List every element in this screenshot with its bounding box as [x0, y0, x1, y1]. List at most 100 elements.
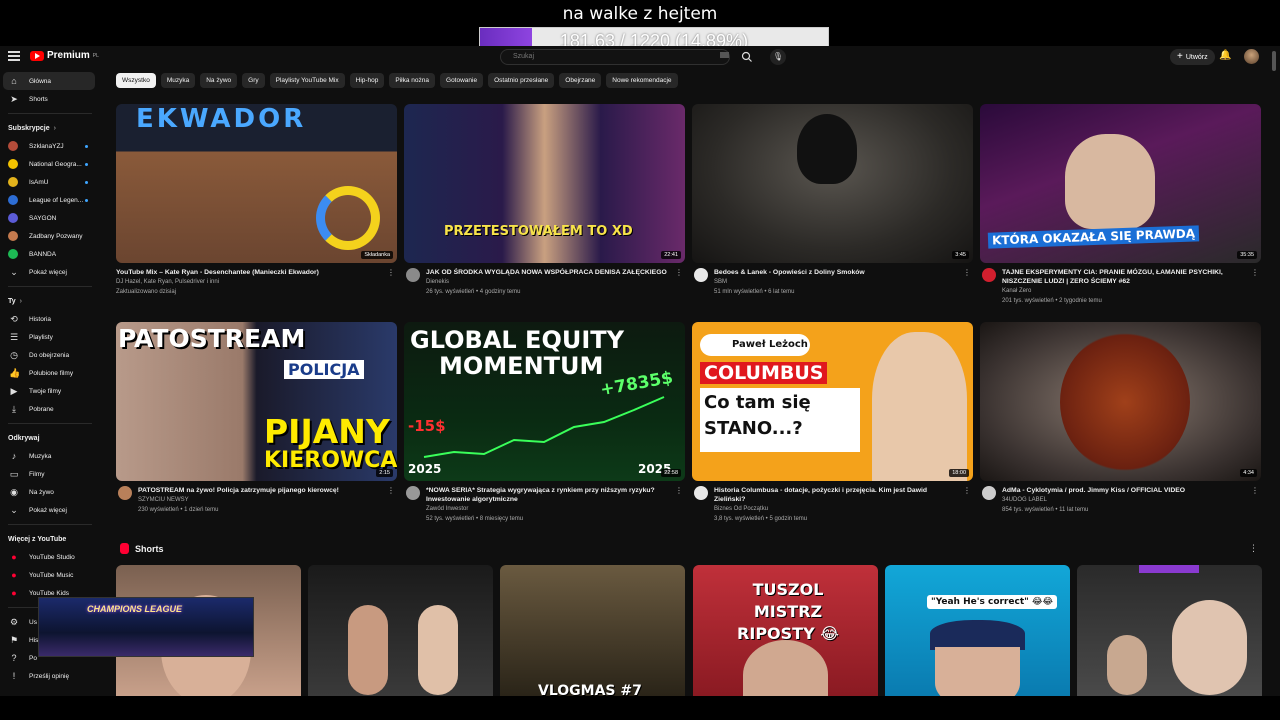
sidebar-you-item[interactable]: ⤓ Pobrane	[0, 400, 100, 418]
keyboard-icon[interactable]	[720, 52, 729, 58]
channel-name[interactable]: SBM	[714, 277, 959, 287]
sidebar-you-item[interactable]: 👍 Polubione filmy	[0, 364, 100, 382]
search-icon[interactable]	[740, 50, 754, 64]
channel-avatar[interactable]	[118, 486, 132, 500]
channel-avatar[interactable]	[982, 268, 996, 282]
sidebar-subscription-item[interactable]: ⌄ Pokaż więcej	[0, 263, 100, 281]
sidebar-more-item[interactable]: ● YouTube Studio	[0, 548, 100, 566]
video-card[interactable]: PATOSTREAM POLICJA PIJANY KIEROWCA 2:15 …	[116, 322, 397, 515]
video-thumbnail[interactable]: GLOBAL EQUITY MOMENTUM +7835$ -15$ 2025 …	[404, 322, 685, 481]
video-card[interactable]: 4:34 AdMa - Cyklotymia / prod. Jimmy Kis…	[980, 322, 1261, 515]
sidebar-you-item[interactable]: ☰ Playlisty	[0, 328, 100, 346]
sidebar-item-home[interactable]: ⌂ Główna	[3, 72, 95, 90]
channel-name[interactable]: Biznes Od Początku	[714, 504, 959, 514]
short-card[interactable]: "Yeah He's correct" 😂😂	[885, 565, 1070, 696]
channel-name[interactable]: SZYMCIU NEWSY	[138, 495, 383, 505]
filter-chip[interactable]: Gry	[242, 73, 265, 88]
video-title[interactable]: JAK OD ŚRODKA WYGLĄDA NOWA WSPÓŁPRACA DE…	[426, 268, 671, 277]
more-vert-icon[interactable]: ⋮	[1251, 268, 1259, 277]
more-vert-icon[interactable]: ⋮	[387, 268, 395, 277]
channel-avatar[interactable]	[406, 268, 420, 282]
sidebar-explore-item[interactable]: ♪ Muzyka	[0, 447, 100, 465]
video-thumbnail[interactable]: Paweł Leżoch COLUMBUS Co tam się STANO..…	[692, 322, 973, 481]
channel-name[interactable]: DJ Hazel, Kate Ryan, Pulsedriver i inni	[116, 277, 383, 287]
picture-in-picture[interactable]: CHAMPIONS LEAGUE	[38, 597, 254, 657]
video-title[interactable]: Bedoes & Lanek - Opowieści z Doliny Smok…	[714, 268, 959, 277]
filter-chip[interactable]: Na żywo	[200, 73, 238, 88]
video-title[interactable]: Historia Columbusa - dotacje, pożyczki i…	[714, 486, 959, 504]
sidebar-subscription-item[interactable]: Zadbany Pozwany	[0, 227, 100, 245]
more-vert-icon[interactable]: ⋮	[387, 486, 395, 495]
sidebar-subscription-item[interactable]: League of Legen...	[0, 191, 100, 209]
channel-name[interactable]: Dienekis	[426, 277, 671, 287]
video-card[interactable]: PRZETESTOWAŁEM TO XD 22:41 JAK OD ŚRODKA…	[404, 104, 685, 297]
sidebar-explore-item[interactable]: ⌄ Pokaż więcej	[0, 501, 100, 519]
sidebar-subscription-item[interactable]: National Geogra...	[0, 155, 100, 173]
scrollbar[interactable]	[1272, 51, 1276, 71]
video-thumbnail[interactable]: KTÓRA OKAZAŁA SIĘ PRAWDĄ 35:35	[980, 104, 1261, 263]
video-title[interactable]: YouTube Mix – Kate Ryan - Desenchantee (…	[116, 268, 383, 277]
filter-chip[interactable]: Hip-hop	[349, 73, 385, 88]
channel-name[interactable]: Kanał Zero	[1002, 286, 1247, 296]
video-card[interactable]: EKWADOR Składanka YouTube Mix – Kate Rya…	[116, 104, 397, 297]
sidebar-you-item[interactable]: ⟲ Historia	[0, 310, 100, 328]
channel-name[interactable]: 34UDOG LABEL	[1002, 495, 1247, 505]
video-card[interactable]: Paweł Leżoch COLUMBUS Co tam się STANO..…	[692, 322, 973, 524]
subscriptions-header[interactable]: Subskrypcje ›	[0, 119, 100, 137]
create-button[interactable]: + Utwórz	[1170, 49, 1215, 65]
channel-avatar[interactable]	[694, 268, 708, 282]
video-thumbnail[interactable]: 3:45	[692, 104, 973, 263]
short-card[interactable]: VLOGMAS #7	[500, 565, 685, 696]
sidebar-you-item[interactable]: ◷ Do obejrzenia	[0, 346, 100, 364]
filter-chip[interactable]: Wszystko	[116, 73, 156, 88]
more-vert-icon[interactable]: ⋮	[963, 486, 971, 495]
channel-avatar[interactable]	[406, 486, 420, 500]
video-thumbnail[interactable]: 4:34	[980, 322, 1261, 481]
short-card[interactable]	[1077, 565, 1262, 696]
channel-avatar[interactable]	[982, 486, 996, 500]
filter-chip[interactable]: Ostatnio przesłane	[488, 73, 555, 88]
microphone-icon[interactable]: 🎙	[770, 49, 786, 65]
more-vert-icon[interactable]: ⋮	[963, 268, 971, 277]
channel-avatar[interactable]	[694, 486, 708, 500]
video-title[interactable]: PATOSTREAM na żywo! Policja zatrzymuje p…	[138, 486, 383, 495]
filter-chip[interactable]: Piłka nożna	[389, 73, 436, 88]
sidebar-more-item[interactable]: ● YouTube Music	[0, 566, 100, 584]
sidebar-you-item[interactable]: ▶ Twoje filmy	[0, 382, 100, 400]
filter-chip[interactable]: Playlisty YouTube Mix	[269, 73, 345, 88]
video-title[interactable]: AdMa - Cyklotymia / prod. Jimmy Kiss / O…	[1002, 486, 1247, 495]
filter-chip[interactable]: Muzyka	[160, 73, 196, 88]
video-title[interactable]: *NOWA SERIA* Strategia wygrywająca z ryn…	[426, 486, 671, 504]
short-card[interactable]	[308, 565, 493, 696]
sidebar-explore-item[interactable]: ◉ Na żywo	[0, 483, 100, 501]
sidebar-subscription-item[interactable]: BANNDA	[0, 245, 100, 263]
more-vert-icon[interactable]: ⋮	[1251, 486, 1259, 495]
more-vert-icon[interactable]: ⋮	[1249, 543, 1258, 554]
more-vert-icon[interactable]: ⋮	[675, 268, 683, 277]
video-card[interactable]: KTÓRA OKAZAŁA SIĘ PRAWDĄ 35:35 TAJNE EKS…	[980, 104, 1261, 306]
video-card[interactable]: GLOBAL EQUITY MOMENTUM +7835$ -15$ 2025 …	[404, 322, 685, 524]
video-thumbnail[interactable]: PATOSTREAM POLICJA PIJANY KIEROWCA 2:15	[116, 322, 397, 481]
channel-name[interactable]: Zawód Inwestor	[426, 504, 671, 514]
video-title[interactable]: TAJNE EKSPERYMENTY CIA: PRANIE MÓZGU, ŁA…	[1002, 268, 1247, 286]
sidebar-subscription-item[interactable]: SzklanaYZJ	[0, 137, 100, 155]
filter-chip[interactable]: Nowe rekomendacje	[606, 73, 678, 88]
more-vert-icon[interactable]: ⋮	[675, 486, 683, 495]
menu-icon[interactable]	[8, 51, 20, 61]
bell-icon[interactable]: 🔔	[1219, 50, 1231, 61]
filter-chip[interactable]: Gotowanie	[440, 73, 484, 88]
sidebar-item-shorts[interactable]: ➤ Shorts	[0, 90, 100, 108]
sidebar-bottom-item[interactable]: ! Prześlij opinię	[0, 667, 100, 685]
you-header[interactable]: Ty ›	[0, 292, 100, 310]
search-input[interactable]: Szukaj	[500, 49, 730, 65]
video-thumbnail[interactable]: PRZETESTOWAŁEM TO XD 22:41	[404, 104, 685, 263]
sidebar-subscription-item[interactable]: SAYGON	[0, 209, 100, 227]
filter-chip[interactable]: Obejrzane	[559, 73, 602, 88]
video-thumbnail[interactable]: EKWADOR Składanka	[116, 104, 397, 263]
short-card[interactable]: TUSZOL MISTRZ RIPOSTY 😂	[693, 565, 878, 696]
avatar[interactable]	[1244, 49, 1259, 64]
sidebar-subscription-item[interactable]: IsAmU	[0, 173, 100, 191]
video-card[interactable]: 3:45 Bedoes & Lanek - Opowieści z Doliny…	[692, 104, 973, 297]
sidebar-explore-item[interactable]: ▭ Filmy	[0, 465, 100, 483]
youtube-logo[interactable]: Premium PL	[30, 50, 99, 61]
